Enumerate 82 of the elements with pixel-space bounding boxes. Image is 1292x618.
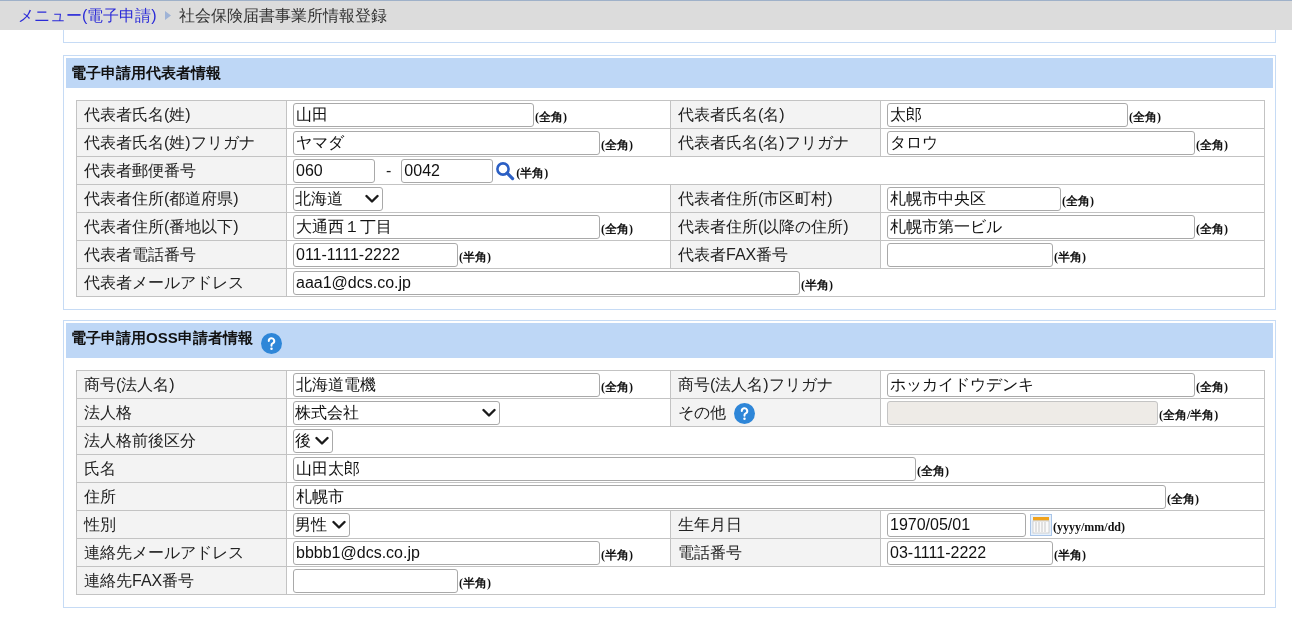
input-hint: (全角) bbox=[1062, 193, 1094, 210]
field-label: 代表者住所(都道府県) bbox=[84, 189, 239, 207]
dropdown[interactable]: 株式会社 bbox=[293, 400, 500, 425]
input-hint: (全角) bbox=[1196, 221, 1228, 238]
text-input[interactable]: タロウ bbox=[887, 130, 1195, 155]
input-hint: (全角) bbox=[1167, 491, 1199, 508]
help-icon[interactable] bbox=[260, 333, 282, 354]
input-hint: (全角) bbox=[601, 221, 633, 238]
text-input[interactable]: bbbb1@dcs.co.jp bbox=[293, 540, 600, 565]
input-hint: (全角) bbox=[917, 463, 949, 480]
text-input[interactable]: aaa1@dcs.co.jp bbox=[293, 270, 800, 295]
section-title: 電子申請用代表者情報 bbox=[71, 63, 221, 83]
chevron-down-icon bbox=[482, 407, 496, 418]
text-input[interactable]: ホッカイドウデンキ bbox=[887, 372, 1195, 397]
field-label: 代表者郵便番号 bbox=[84, 161, 196, 179]
input-hint: (半角) bbox=[1054, 547, 1086, 564]
input-hint: (半角) bbox=[601, 547, 633, 564]
field-label: 代表者氏名(名)フリガナ bbox=[678, 133, 849, 151]
field-label: 連絡先メールアドレス bbox=[84, 543, 244, 561]
field-label: 代表者電話番号 bbox=[84, 245, 196, 263]
field-label: 住所 bbox=[84, 487, 116, 505]
input-hint: (全角) bbox=[535, 109, 567, 126]
input-hint: (半角) bbox=[459, 575, 491, 592]
field-label: 氏名 bbox=[84, 459, 116, 477]
postal-code-input[interactable]: 0042 bbox=[401, 158, 494, 183]
text-input[interactable]: 札幌市中央区 bbox=[887, 186, 1061, 211]
input-hint: (全角) bbox=[1129, 109, 1161, 126]
input-hint: (全角) bbox=[1196, 137, 1228, 154]
input-hint: (全角) bbox=[601, 137, 633, 154]
text-input[interactable]: 札幌市第一ビル bbox=[887, 214, 1195, 239]
chevron-down-icon bbox=[332, 519, 346, 530]
field-label: 代表者氏名(姓)フリガナ bbox=[84, 133, 255, 151]
field-label: 代表者氏名(姓) bbox=[84, 105, 191, 123]
dropdown[interactable]: 北海道 bbox=[293, 186, 383, 211]
text-input[interactable] bbox=[293, 568, 458, 593]
chevron-down-icon bbox=[315, 435, 329, 446]
input-hint: (半角) bbox=[801, 277, 833, 294]
input-hint: (全角) bbox=[1196, 379, 1228, 396]
field-label: 電話番号 bbox=[678, 543, 742, 561]
search-icon[interactable] bbox=[495, 160, 516, 181]
dropdown[interactable]: 後 bbox=[293, 428, 333, 453]
breadcrumb-link[interactable]: メニュー(電子申請) bbox=[18, 3, 157, 28]
field-label: 代表者氏名(名) bbox=[678, 105, 785, 123]
postal-code-input[interactable]: 060 bbox=[293, 158, 375, 183]
text-input[interactable]: 山田太郎 bbox=[293, 456, 916, 481]
text-input[interactable]: 北海道電機 bbox=[293, 372, 600, 397]
input-hint: (半角) bbox=[516, 165, 549, 182]
input-hint: (全角/半角) bbox=[1159, 407, 1219, 424]
field-label: その他 bbox=[678, 403, 726, 421]
text-input[interactable]: 大通西１丁目 bbox=[293, 214, 600, 239]
field-label: 代表者FAX番号 bbox=[678, 245, 789, 263]
text-input[interactable]: 03-1111-2222 bbox=[887, 540, 1053, 565]
field-label: 性別 bbox=[84, 515, 116, 533]
input-hint: (半角) bbox=[1054, 249, 1086, 266]
input-hint: (半角) bbox=[459, 249, 491, 266]
dropdown[interactable]: 男性 bbox=[293, 512, 350, 537]
field-label: 商号(法人名)フリガナ bbox=[678, 375, 833, 393]
input-hint: (全角) bbox=[601, 379, 633, 396]
input-hint: (yyyy/mm/dd) bbox=[1053, 519, 1125, 536]
date-input[interactable]: 1970/05/01 bbox=[887, 512, 1026, 537]
field-label: 代表者メールアドレス bbox=[84, 273, 244, 291]
calendar-icon[interactable] bbox=[1030, 513, 1052, 536]
field-label: 代表者住所(以降の住所) bbox=[678, 217, 849, 235]
text-input[interactable]: 太郎 bbox=[887, 102, 1128, 127]
section-title: 電子申請用OSS申請者情報 bbox=[71, 328, 253, 348]
field-label: 連絡先FAX番号 bbox=[84, 571, 195, 589]
help-icon[interactable] bbox=[734, 402, 755, 424]
text-input[interactable]: 札幌市 bbox=[293, 484, 1166, 509]
caret-right-icon bbox=[164, 11, 171, 20]
breadcrumb-current: 社会保険届書事業所情報登録 bbox=[178, 5, 387, 26]
chevron-down-icon bbox=[365, 193, 379, 204]
field-label: 生年月日 bbox=[678, 515, 742, 533]
field-label: 商号(法人名) bbox=[84, 375, 175, 393]
dash-separator: - bbox=[386, 160, 392, 181]
text-input[interactable] bbox=[887, 242, 1053, 267]
text-input[interactable]: ヤマダ bbox=[293, 130, 600, 155]
text-input[interactable]: 山田 bbox=[293, 102, 534, 127]
text-input[interactable]: 011-1111-2222 bbox=[293, 242, 458, 267]
field-label: 法人格前後区分 bbox=[84, 431, 196, 449]
field-label: 代表者住所(番地以下) bbox=[84, 217, 239, 235]
field-label: 法人格 bbox=[84, 403, 132, 421]
field-label: 代表者住所(市区町村) bbox=[678, 189, 833, 207]
